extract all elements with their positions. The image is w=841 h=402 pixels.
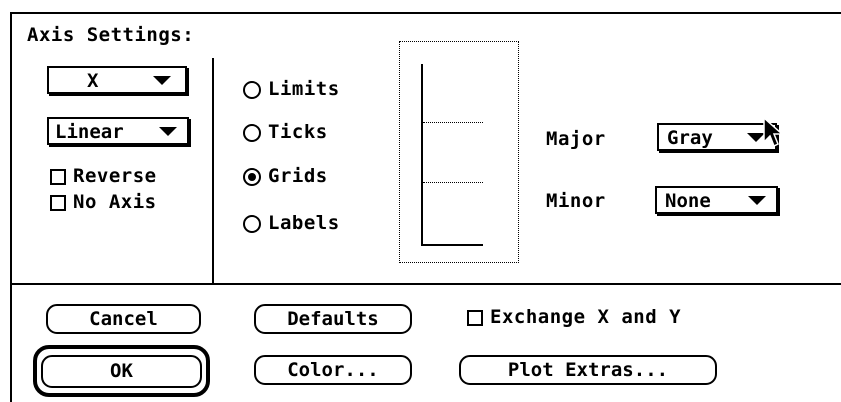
ok-button[interactable]: OK: [41, 355, 202, 388]
exchange-xy-checkbox[interactable]: [467, 310, 483, 326]
arrow-cursor-icon: [763, 116, 784, 148]
reverse-label[interactable]: Reverse: [73, 165, 157, 187]
chevron-down-icon: [748, 196, 766, 205]
color-button[interactable]: Color...: [254, 355, 412, 385]
radio-grids[interactable]: [243, 168, 261, 186]
minor-label: Minor: [546, 190, 606, 212]
exchange-xy-label[interactable]: Exchange X and Y: [490, 306, 681, 328]
plot-extras-button[interactable]: Plot Extras...: [459, 355, 717, 385]
radio-grids-label[interactable]: Grids: [268, 165, 328, 187]
horizontal-divider: [12, 283, 841, 285]
preview-axis-line: [421, 64, 423, 246]
dialog-border-left: [10, 12, 12, 402]
scale-select-value: Linear: [55, 121, 124, 143]
major-label: Major: [546, 128, 606, 150]
radio-limits-label[interactable]: Limits: [268, 78, 340, 100]
radio-labels[interactable]: [243, 215, 261, 233]
radio-limits[interactable]: [243, 81, 261, 99]
minor-grid-select[interactable]: None: [655, 186, 778, 214]
cancel-button[interactable]: Cancel: [46, 304, 201, 334]
vertical-divider: [212, 58, 214, 283]
no-axis-label[interactable]: No Axis: [73, 191, 157, 213]
reverse-checkbox[interactable]: [50, 169, 66, 185]
preview-grid-line: [423, 182, 483, 183]
radio-labels-label[interactable]: Labels: [268, 212, 340, 234]
axis-select-value: X: [87, 70, 99, 92]
grid-preview: [399, 41, 519, 263]
chevron-down-icon: [159, 127, 177, 136]
dialog-title: Axis Settings:: [27, 24, 195, 46]
no-axis-checkbox[interactable]: [50, 195, 66, 211]
dialog-border-top: [10, 12, 841, 14]
radio-ticks[interactable]: [243, 124, 261, 142]
preview-grid-line: [423, 122, 483, 123]
minor-grid-value: None: [665, 190, 711, 212]
preview-base-line: [421, 244, 483, 246]
scale-select[interactable]: Linear: [47, 117, 189, 145]
major-grid-value: Gray: [667, 127, 713, 149]
axis-settings-dialog: Axis Settings: X Linear Reverse No Axis …: [0, 0, 841, 402]
chevron-down-icon: [153, 76, 171, 85]
radio-ticks-label[interactable]: Ticks: [268, 121, 328, 143]
major-grid-select[interactable]: Gray: [657, 123, 777, 151]
defaults-button[interactable]: Defaults: [254, 304, 412, 334]
axis-select[interactable]: X: [47, 66, 187, 94]
